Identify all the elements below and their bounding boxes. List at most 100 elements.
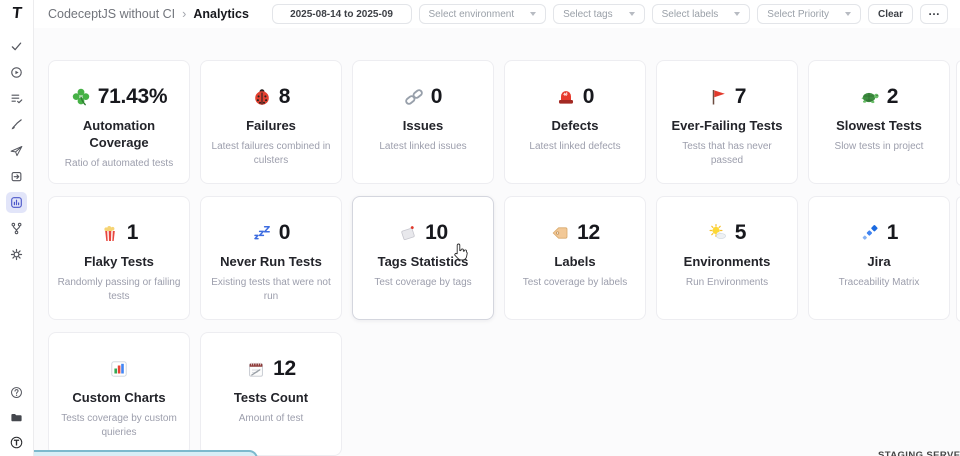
card-never-run-tests[interactable]: 0 Never Run Tests Existing tests that we… bbox=[200, 196, 342, 320]
stat-subtitle: Traceability Matrix bbox=[817, 276, 941, 291]
card-flaky-tests[interactable]: 1 Flaky Tests Randomly passing or failin… bbox=[48, 196, 190, 320]
stat-value-row: 1 bbox=[49, 220, 189, 245]
stat-value-row: 2 bbox=[809, 84, 949, 109]
ladybug-icon bbox=[252, 87, 272, 107]
stat-title: Issues bbox=[364, 118, 482, 135]
turtle-icon bbox=[860, 87, 880, 107]
stat-title: Environments bbox=[668, 254, 786, 271]
report-icon[interactable] bbox=[6, 88, 27, 109]
stat-value: 2 bbox=[887, 86, 898, 107]
card-custom-charts[interactable]: Custom Charts Tests coverage by custom q… bbox=[48, 332, 190, 456]
app-logo[interactable]: T bbox=[11, 5, 23, 23]
staging-server-label: STAGING SERVER bbox=[878, 450, 960, 456]
stat-subtitle: Tests that has never passed bbox=[665, 140, 789, 169]
stat-value-row: 0 bbox=[201, 220, 341, 245]
stat-value: 1 bbox=[887, 222, 898, 243]
caret-down-icon bbox=[734, 12, 740, 16]
popcorn-icon bbox=[100, 223, 120, 243]
sun-cloud-icon bbox=[708, 223, 728, 243]
clover-icon bbox=[71, 87, 91, 107]
bookmark-tag-icon bbox=[398, 223, 418, 243]
analytics-icon[interactable] bbox=[6, 192, 27, 213]
stat-title: Labels bbox=[516, 254, 634, 271]
stat-value: 8 bbox=[279, 86, 290, 107]
card-labels[interactable]: 12 Labels Test coverage by labels bbox=[504, 196, 646, 320]
profile-badge-icon[interactable] bbox=[6, 432, 27, 453]
page-title: Analytics bbox=[193, 7, 249, 21]
date-range-button[interactable]: 2025-08-14 to 2025-09 bbox=[272, 4, 412, 24]
help-icon[interactable] bbox=[6, 382, 27, 403]
plane-icon[interactable] bbox=[6, 140, 27, 161]
stat-title: Defects bbox=[516, 118, 634, 135]
brush-icon[interactable] bbox=[6, 114, 27, 135]
stat-value: 1 bbox=[127, 222, 138, 243]
stat-value: 0 bbox=[583, 86, 594, 107]
stat-value: 10 bbox=[425, 222, 448, 243]
stat-title: Never Run Tests bbox=[212, 254, 330, 271]
sidebar: T bbox=[0, 0, 34, 456]
more-options-button[interactable]: … bbox=[920, 4, 948, 24]
filter-select-placeholder: Select tags bbox=[563, 9, 612, 20]
stat-value-row: 0 bbox=[353, 84, 493, 109]
bar-chart-icon bbox=[109, 359, 129, 379]
card-failures[interactable]: 8 Failures Latest failures combined in c… bbox=[200, 60, 342, 184]
zzz-icon bbox=[252, 223, 272, 243]
stat-value: 0 bbox=[431, 86, 442, 107]
sidebar-footer bbox=[0, 382, 33, 453]
inbox-icon[interactable] bbox=[6, 166, 27, 187]
filter-controls: 2025-08-14 to 2025-09 Select environment… bbox=[272, 4, 949, 24]
stat-subtitle: Test coverage by labels bbox=[513, 276, 637, 291]
card-sliver bbox=[956, 60, 960, 186]
stat-value-row: 7 bbox=[657, 84, 797, 109]
card-defects[interactable]: 0 Defects Latest linked defects bbox=[504, 60, 646, 184]
check-icon[interactable] bbox=[6, 36, 27, 57]
breadcrumb-project[interactable]: CodeceptJS without CI bbox=[48, 7, 175, 21]
branch-icon[interactable] bbox=[6, 218, 27, 239]
stat-subtitle: Run Environments bbox=[665, 276, 789, 291]
folder-icon[interactable] bbox=[6, 407, 27, 428]
stat-title: Tags Statistics bbox=[364, 254, 482, 271]
stat-value: 12 bbox=[273, 358, 296, 379]
card-environments[interactable]: 5 Environments Run Environments bbox=[656, 196, 798, 320]
card-ever-failing-tests[interactable]: 7 Ever-Failing Tests Tests that has neve… bbox=[656, 60, 798, 184]
breadcrumb: CodeceptJS without CI › Analytics bbox=[48, 7, 249, 21]
card-sliver bbox=[956, 196, 960, 322]
filter-select-placeholder: Select Priority bbox=[767, 9, 829, 20]
stat-value-row bbox=[49, 356, 189, 381]
filter-select-select-tags[interactable]: Select tags bbox=[553, 4, 644, 24]
link-icon bbox=[404, 87, 424, 107]
top-bar: CodeceptJS without CI › Analytics 2025-0… bbox=[33, 0, 960, 28]
filter-select-select-environment[interactable]: Select environment bbox=[419, 4, 547, 24]
analytics-dashboard: T CodeceptJS without CI › Analytics 2025… bbox=[0, 0, 960, 456]
notification-toast-partial[interactable] bbox=[2, 450, 258, 456]
card-tests-count[interactable]: 12 Tests Count Amount of test bbox=[200, 332, 342, 456]
sidebar-nav bbox=[6, 36, 27, 265]
card-automation-coverage[interactable]: 71.43% Automation Coverage Ratio of auto… bbox=[48, 60, 190, 184]
calendar-icon bbox=[246, 359, 266, 379]
stat-subtitle: Latest failures combined in culsters bbox=[209, 140, 333, 169]
stat-title: Tests Count bbox=[212, 390, 330, 407]
stat-value: 5 bbox=[735, 222, 746, 243]
flag-icon bbox=[708, 87, 728, 107]
stat-title: Custom Charts bbox=[60, 390, 178, 407]
runs-icon[interactable] bbox=[6, 62, 27, 83]
card-jira[interactable]: 1 Jira Traceability Matrix bbox=[808, 196, 950, 320]
stat-title: Slowest Tests bbox=[820, 118, 938, 135]
caret-down-icon bbox=[845, 12, 851, 16]
stat-title: Ever-Failing Tests bbox=[668, 118, 786, 135]
card-slowest-tests[interactable]: 2 Slowest Tests Slow tests in project bbox=[808, 60, 950, 184]
card-issues[interactable]: 0 Issues Latest linked issues bbox=[352, 60, 494, 184]
stat-title: Flaky Tests bbox=[60, 254, 178, 271]
stat-subtitle: Tests coverage by custom quieries bbox=[57, 412, 181, 441]
filter-select-select-priority[interactable]: Select Priority bbox=[757, 4, 861, 24]
stat-value-row: 5 bbox=[657, 220, 797, 245]
stat-value: 12 bbox=[577, 222, 600, 243]
settings-gear-icon[interactable] bbox=[6, 244, 27, 265]
stat-value: 0 bbox=[279, 222, 290, 243]
stat-subtitle: Randomly passing or failing tests bbox=[57, 276, 181, 305]
filter-select-select-labels[interactable]: Select labels bbox=[652, 4, 751, 24]
stat-value-row: 10 bbox=[353, 220, 493, 245]
card-tags-statistics[interactable]: 10 Tags Statistics Test coverage by tags bbox=[352, 196, 494, 320]
clear-filters-button[interactable]: Clear bbox=[868, 4, 913, 24]
stat-value-row: 12 bbox=[505, 220, 645, 245]
